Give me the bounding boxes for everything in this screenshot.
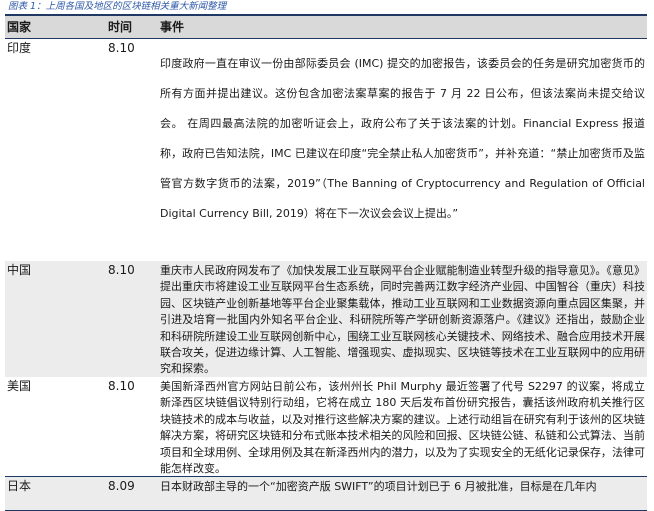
header-event: 事件 <box>160 20 185 34</box>
header-country: 国家 <box>7 20 32 34</box>
cell-event: 美国新泽西州官方网站日前公布，该州州长 Phil Murphy 最近签署了代号 … <box>160 380 645 476</box>
cell-time: 8.10 <box>108 41 135 55</box>
header-time: 时间 <box>108 20 133 34</box>
table-row-china: 中国 8.10 重庆市人民政府网发布了《加快发展工业互联网平台企业赋能制造业转型… <box>5 261 647 377</box>
cell-country: 美国 <box>7 379 32 393</box>
table-header: 国家 时间 事件 <box>5 14 647 39</box>
cell-country: 印度 <box>7 41 32 55</box>
cell-time: 8.10 <box>108 379 135 393</box>
cell-time: 8.10 <box>108 263 135 277</box>
cell-event: 重庆市人民政府网发布了《加快发展工业互联网平台企业赋能制造业转型升级的指导意见》… <box>160 264 645 376</box>
table-row-us: 美国 8.10 美国新泽西州官方网站日前公布，该州州长 Phil Murphy … <box>5 377 647 476</box>
cell-country: 日本 <box>7 479 32 493</box>
cell-event: 印度政府一直在审议一份由部际委员会 (IMC) 提交的加密报告，该委员会的任务是… <box>160 57 645 220</box>
cell-country: 中国 <box>7 263 32 277</box>
cell-event: 日本财政部主导的一个“加密资产版 SWIFT”的项目计划已于 6 月被批准，目标… <box>160 480 597 493</box>
table-row-india: 印度 8.10 印度政府一直在审议一份由部际委员会 (IMC) 提交的加密报告，… <box>5 39 647 261</box>
cell-time: 8.09 <box>108 479 135 493</box>
figure-caption: 图表 1：上周各国及地区的区块链相关重大新闻整理 <box>8 1 227 12</box>
table-row-japan: 日本 8.09 日本财政部主导的一个“加密资产版 SWIFT”的项目计划已于 6… <box>5 476 647 510</box>
news-table: 国家 时间 事件 印度 8.10 印度政府一直在审议一份由部际委员会 (IMC)… <box>5 14 647 511</box>
